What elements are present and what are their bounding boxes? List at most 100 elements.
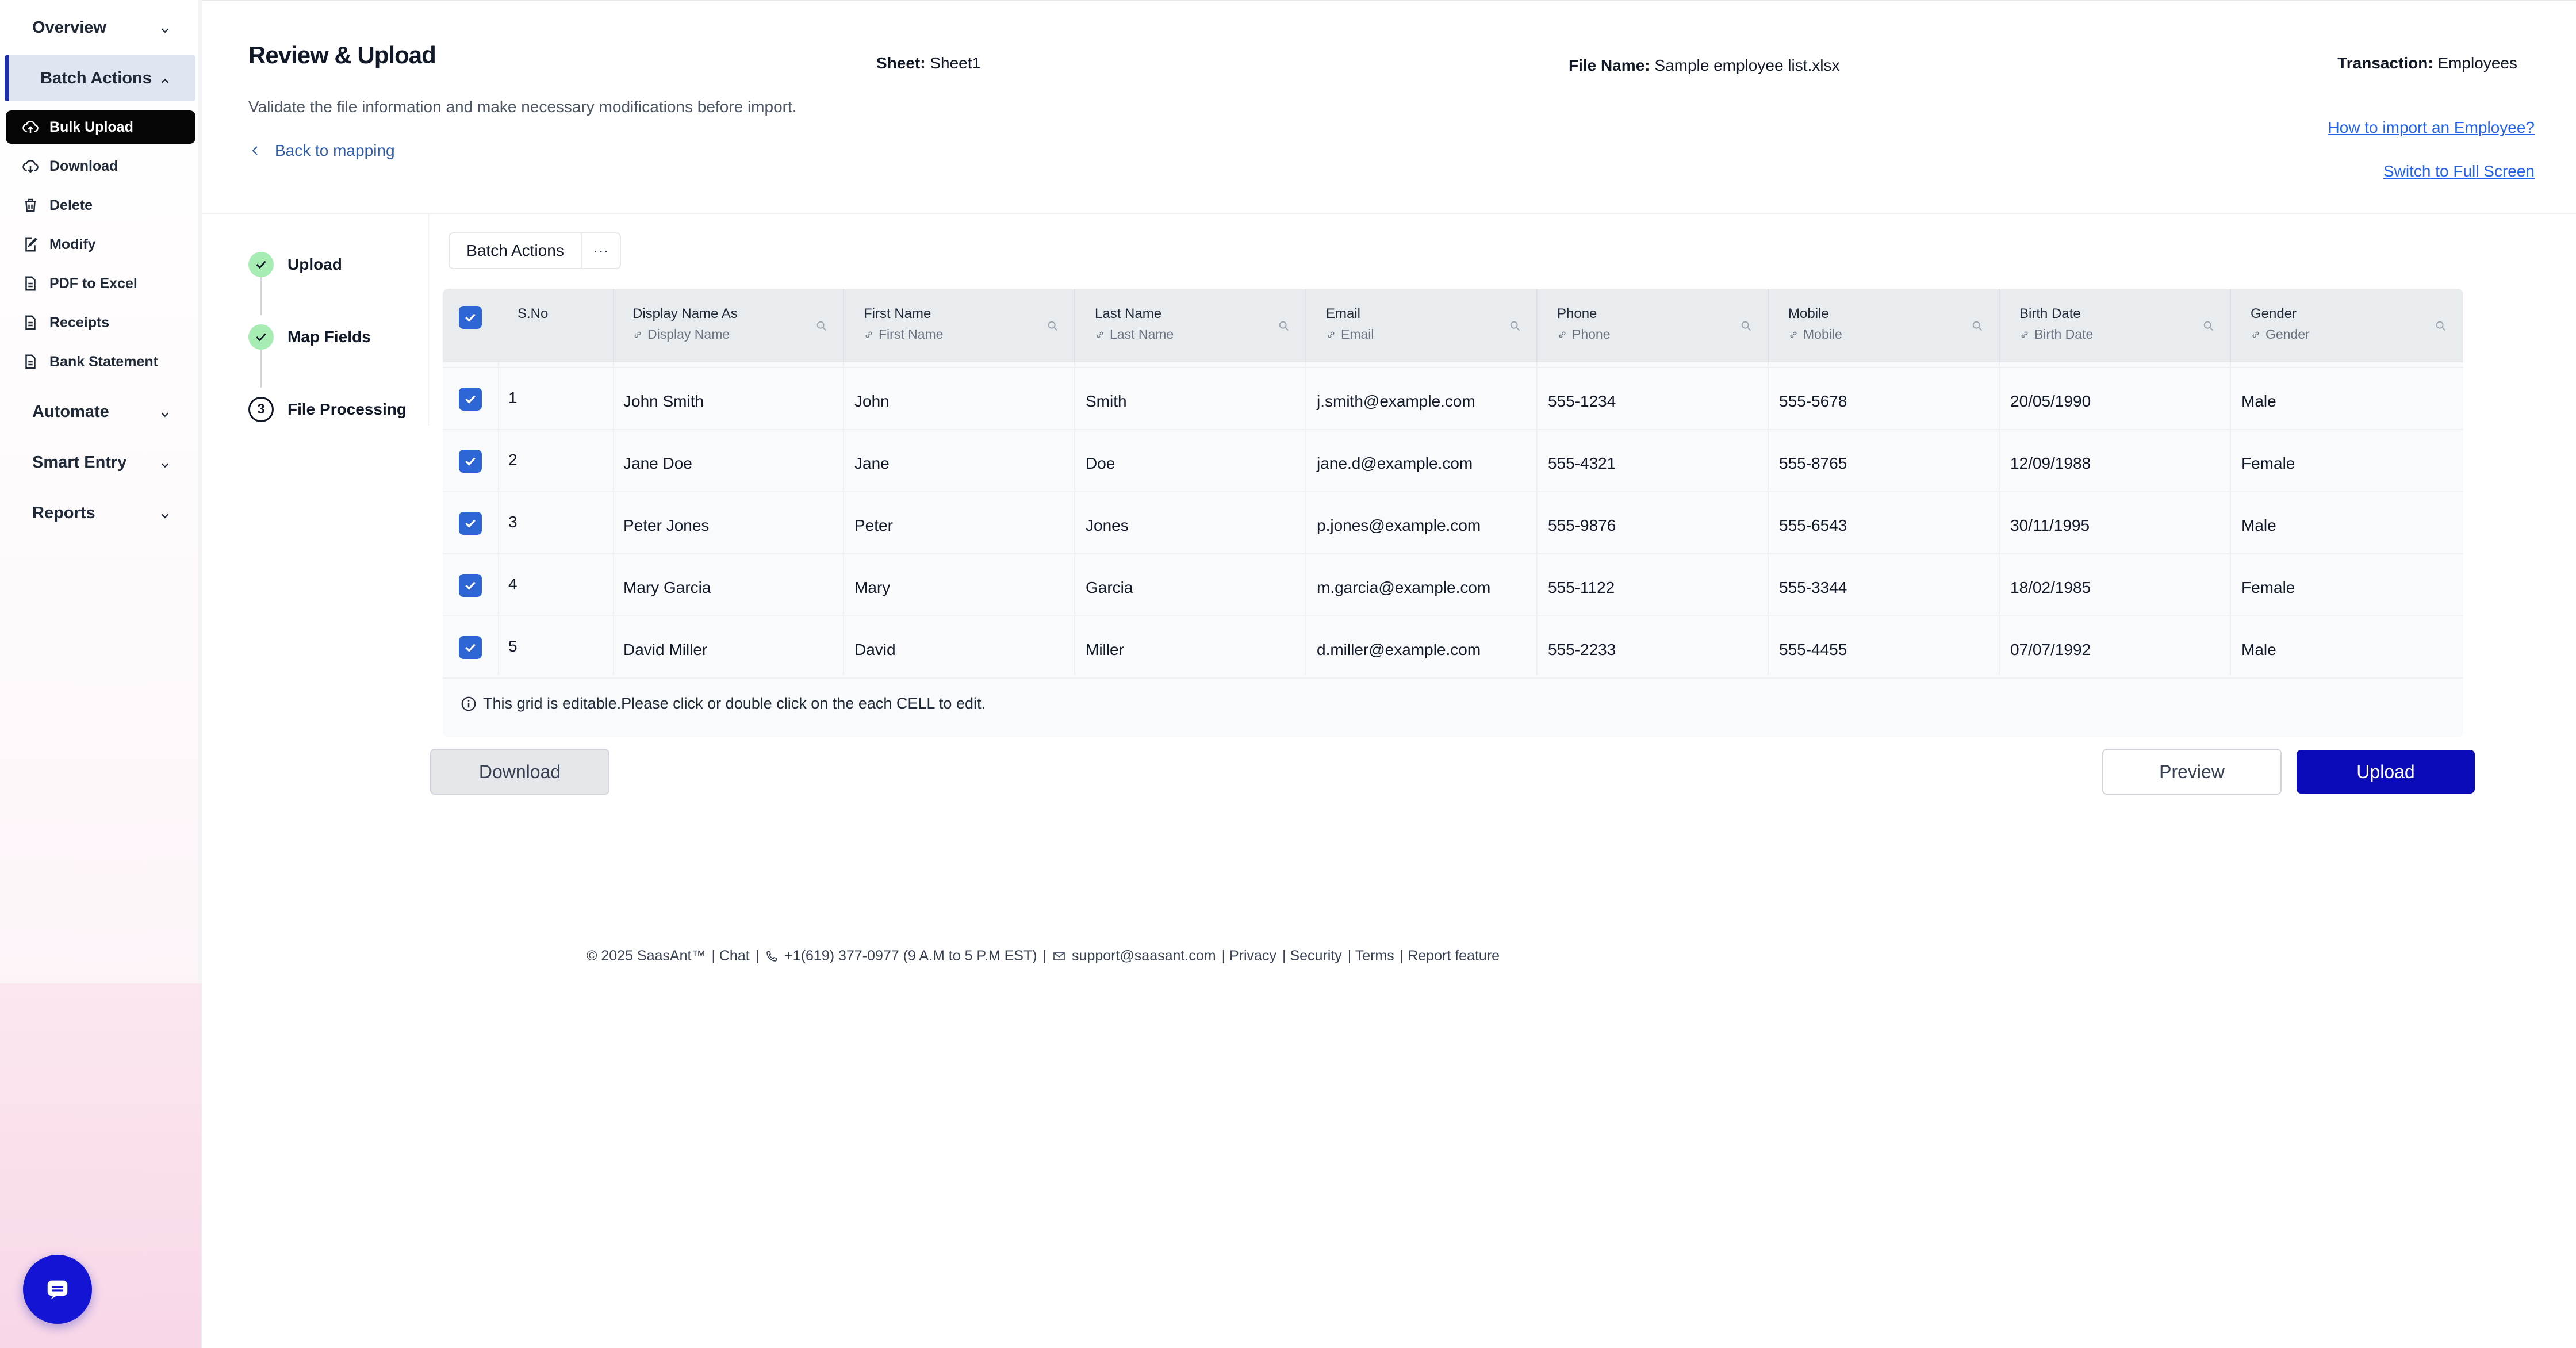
cell-first-name[interactable]: Peter <box>854 516 893 535</box>
cell-email[interactable]: p.jones@example.com <box>1317 516 1481 535</box>
cell-sno[interactable]: 3 <box>508 513 518 531</box>
nav-group-automate[interactable]: Automate <box>0 389 195 435</box>
search-icon[interactable] <box>1740 320 1753 332</box>
cell-last-name[interactable]: Smith <box>1086 392 1127 411</box>
cell-display-name[interactable]: John Smith <box>623 392 704 411</box>
back-to-mapping-link[interactable]: Back to mapping <box>248 141 395 160</box>
cell-phone[interactable]: 555-1122 <box>1548 579 1615 597</box>
column-header-phone[interactable]: Phone Phone <box>1557 306 1611 342</box>
row-checkbox[interactable] <box>459 574 482 597</box>
column-header-gender[interactable]: Gender Gender <box>2251 306 2310 342</box>
cell-sno[interactable]: 4 <box>508 575 518 593</box>
sidebar-item-receipts[interactable]: Receipts <box>6 306 195 339</box>
cell-last-name[interactable]: Garcia <box>1086 579 1133 597</box>
cell-last-name[interactable]: Jones <box>1086 516 1129 535</box>
cell-birth-date[interactable]: 12/09/1988 <box>2010 454 2091 473</box>
cell-last-name[interactable]: Miller <box>1086 641 1124 659</box>
cell-first-name[interactable]: David <box>854 641 896 659</box>
search-icon[interactable] <box>1509 320 1521 332</box>
search-icon[interactable] <box>1971 320 1984 332</box>
upload-button[interactable]: Upload <box>2297 750 2475 794</box>
help-link[interactable]: How to import an Employee? <box>2328 118 2535 137</box>
file-name-info: File Name: Sample employee list.xlsx <box>1569 56 1840 75</box>
column-title: Email <box>1326 306 1361 321</box>
column-header-mobile[interactable]: Mobile Mobile <box>1788 306 1842 342</box>
column-header-email[interactable]: Email Email <box>1326 306 1374 342</box>
column-header-display-name[interactable]: Display Name As Display Name <box>632 306 738 342</box>
column-header-first-name[interactable]: First Name First Name <box>864 306 943 342</box>
cell-mobile[interactable]: 555-5678 <box>1779 392 1847 411</box>
search-icon[interactable] <box>815 320 828 332</box>
cell-mobile[interactable]: 555-6543 <box>1779 516 1847 535</box>
chat-button[interactable] <box>23 1255 92 1324</box>
cell-first-name[interactable]: Mary <box>854 579 890 597</box>
row-checkbox[interactable] <box>459 388 482 411</box>
sidebar-item-delete[interactable]: Delete <box>6 189 195 222</box>
sidebar-item-modify[interactable]: Modify <box>6 228 195 261</box>
sidebar-item-pdf-to-excel[interactable]: PDF to Excel <box>6 267 195 300</box>
cell-phone[interactable]: 555-1234 <box>1548 392 1616 411</box>
sidebar-item-bulk-upload[interactable]: Bulk Upload <box>6 110 195 144</box>
cell-gender[interactable]: Female <box>2241 579 2295 597</box>
cell-phone[interactable]: 555-4321 <box>1548 454 1616 473</box>
column-header-birth-date[interactable]: Birth Date Birth Date <box>2019 306 2093 342</box>
cell-birth-date[interactable]: 30/11/1995 <box>2010 516 2090 535</box>
cell-sno[interactable]: 1 <box>508 389 518 407</box>
cell-mobile[interactable]: 555-3344 <box>1779 579 1847 597</box>
cell-sno[interactable]: 5 <box>508 637 518 656</box>
select-all-checkbox[interactable] <box>459 306 482 329</box>
cell-last-name[interactable]: Doe <box>1086 454 1115 473</box>
cell-display-name[interactable]: Peter Jones <box>623 516 709 535</box>
cell-display-name[interactable]: Jane Doe <box>623 454 692 473</box>
more-options-button[interactable]: ··· <box>581 232 621 269</box>
cell-birth-date[interactable]: 20/05/1990 <box>2010 392 2091 411</box>
footer-email[interactable]: support@saasant.com <box>1072 948 1216 964</box>
fullscreen-link[interactable]: Switch to Full Screen <box>2383 162 2535 181</box>
nav-group-batch-actions[interactable]: Batch Actions <box>5 55 195 101</box>
column-separator <box>613 289 614 362</box>
footer-report-link[interactable]: | Report feature <box>1400 948 1500 964</box>
footer-security-link[interactable]: | Security <box>1282 948 1342 964</box>
nav-group-overview[interactable]: Overview <box>0 5 195 51</box>
footer-terms-link[interactable]: | Terms <box>1348 948 1394 964</box>
footer-chat-link[interactable]: | Chat <box>711 948 749 964</box>
cell-gender[interactable]: Male <box>2241 516 2276 535</box>
cell-email[interactable]: jane.d@example.com <box>1317 454 1473 473</box>
preview-button[interactable]: Preview <box>2102 749 2282 795</box>
column-header-last-name[interactable]: Last Name Last Name <box>1095 306 1174 342</box>
cell-gender[interactable]: Male <box>2241 641 2276 659</box>
search-icon[interactable] <box>1278 320 1290 332</box>
row-checkbox[interactable] <box>459 636 482 659</box>
cell-mobile[interactable]: 555-8765 <box>1779 454 1847 473</box>
cell-birth-date[interactable]: 18/02/1985 <box>2010 579 2091 597</box>
nav-group-smart-entry[interactable]: Smart Entry <box>0 439 195 485</box>
row-checkbox[interactable] <box>459 450 482 473</box>
cell-display-name[interactable]: David Miller <box>623 641 707 659</box>
footer-privacy-link[interactable]: | Privacy <box>1222 948 1276 964</box>
cell-phone[interactable]: 555-9876 <box>1548 516 1616 535</box>
cell-sno[interactable]: 2 <box>508 451 518 469</box>
sidebar-item-download[interactable]: Download <box>6 150 195 183</box>
footer-phone[interactable]: +1(619) 377-0977 (9 A.M to 5 P.M EST) <box>784 948 1037 964</box>
cell-birth-date[interactable]: 07/07/1992 <box>2010 641 2091 659</box>
cell-email[interactable]: j.smith@example.com <box>1317 392 1475 411</box>
search-icon[interactable] <box>1046 320 1059 332</box>
cell-first-name[interactable]: John <box>854 392 890 411</box>
sidebar-item-bank-statement[interactable]: Bank Statement <box>6 345 195 378</box>
cell-phone[interactable]: 555-2233 <box>1548 641 1616 659</box>
download-button[interactable]: Download <box>430 749 610 795</box>
cell-first-name[interactable]: Jane <box>854 454 890 473</box>
cell-gender[interactable]: Male <box>2241 392 2276 411</box>
cell-email[interactable]: m.garcia@example.com <box>1317 579 1490 597</box>
row-checkbox[interactable] <box>459 512 482 535</box>
cell-email[interactable]: d.miller@example.com <box>1317 641 1481 659</box>
column-header-sno[interactable]: S.No <box>518 306 548 322</box>
search-icon[interactable] <box>2435 320 2447 332</box>
cell-mobile[interactable]: 555-4455 <box>1779 641 1847 659</box>
search-icon[interactable] <box>2202 320 2215 332</box>
batch-actions-button[interactable]: Batch Actions <box>448 232 582 269</box>
step-label: File Processing <box>288 400 407 418</box>
cell-display-name[interactable]: Mary Garcia <box>623 579 711 597</box>
nav-group-reports[interactable]: Reports <box>0 490 195 536</box>
cell-gender[interactable]: Female <box>2241 454 2295 473</box>
